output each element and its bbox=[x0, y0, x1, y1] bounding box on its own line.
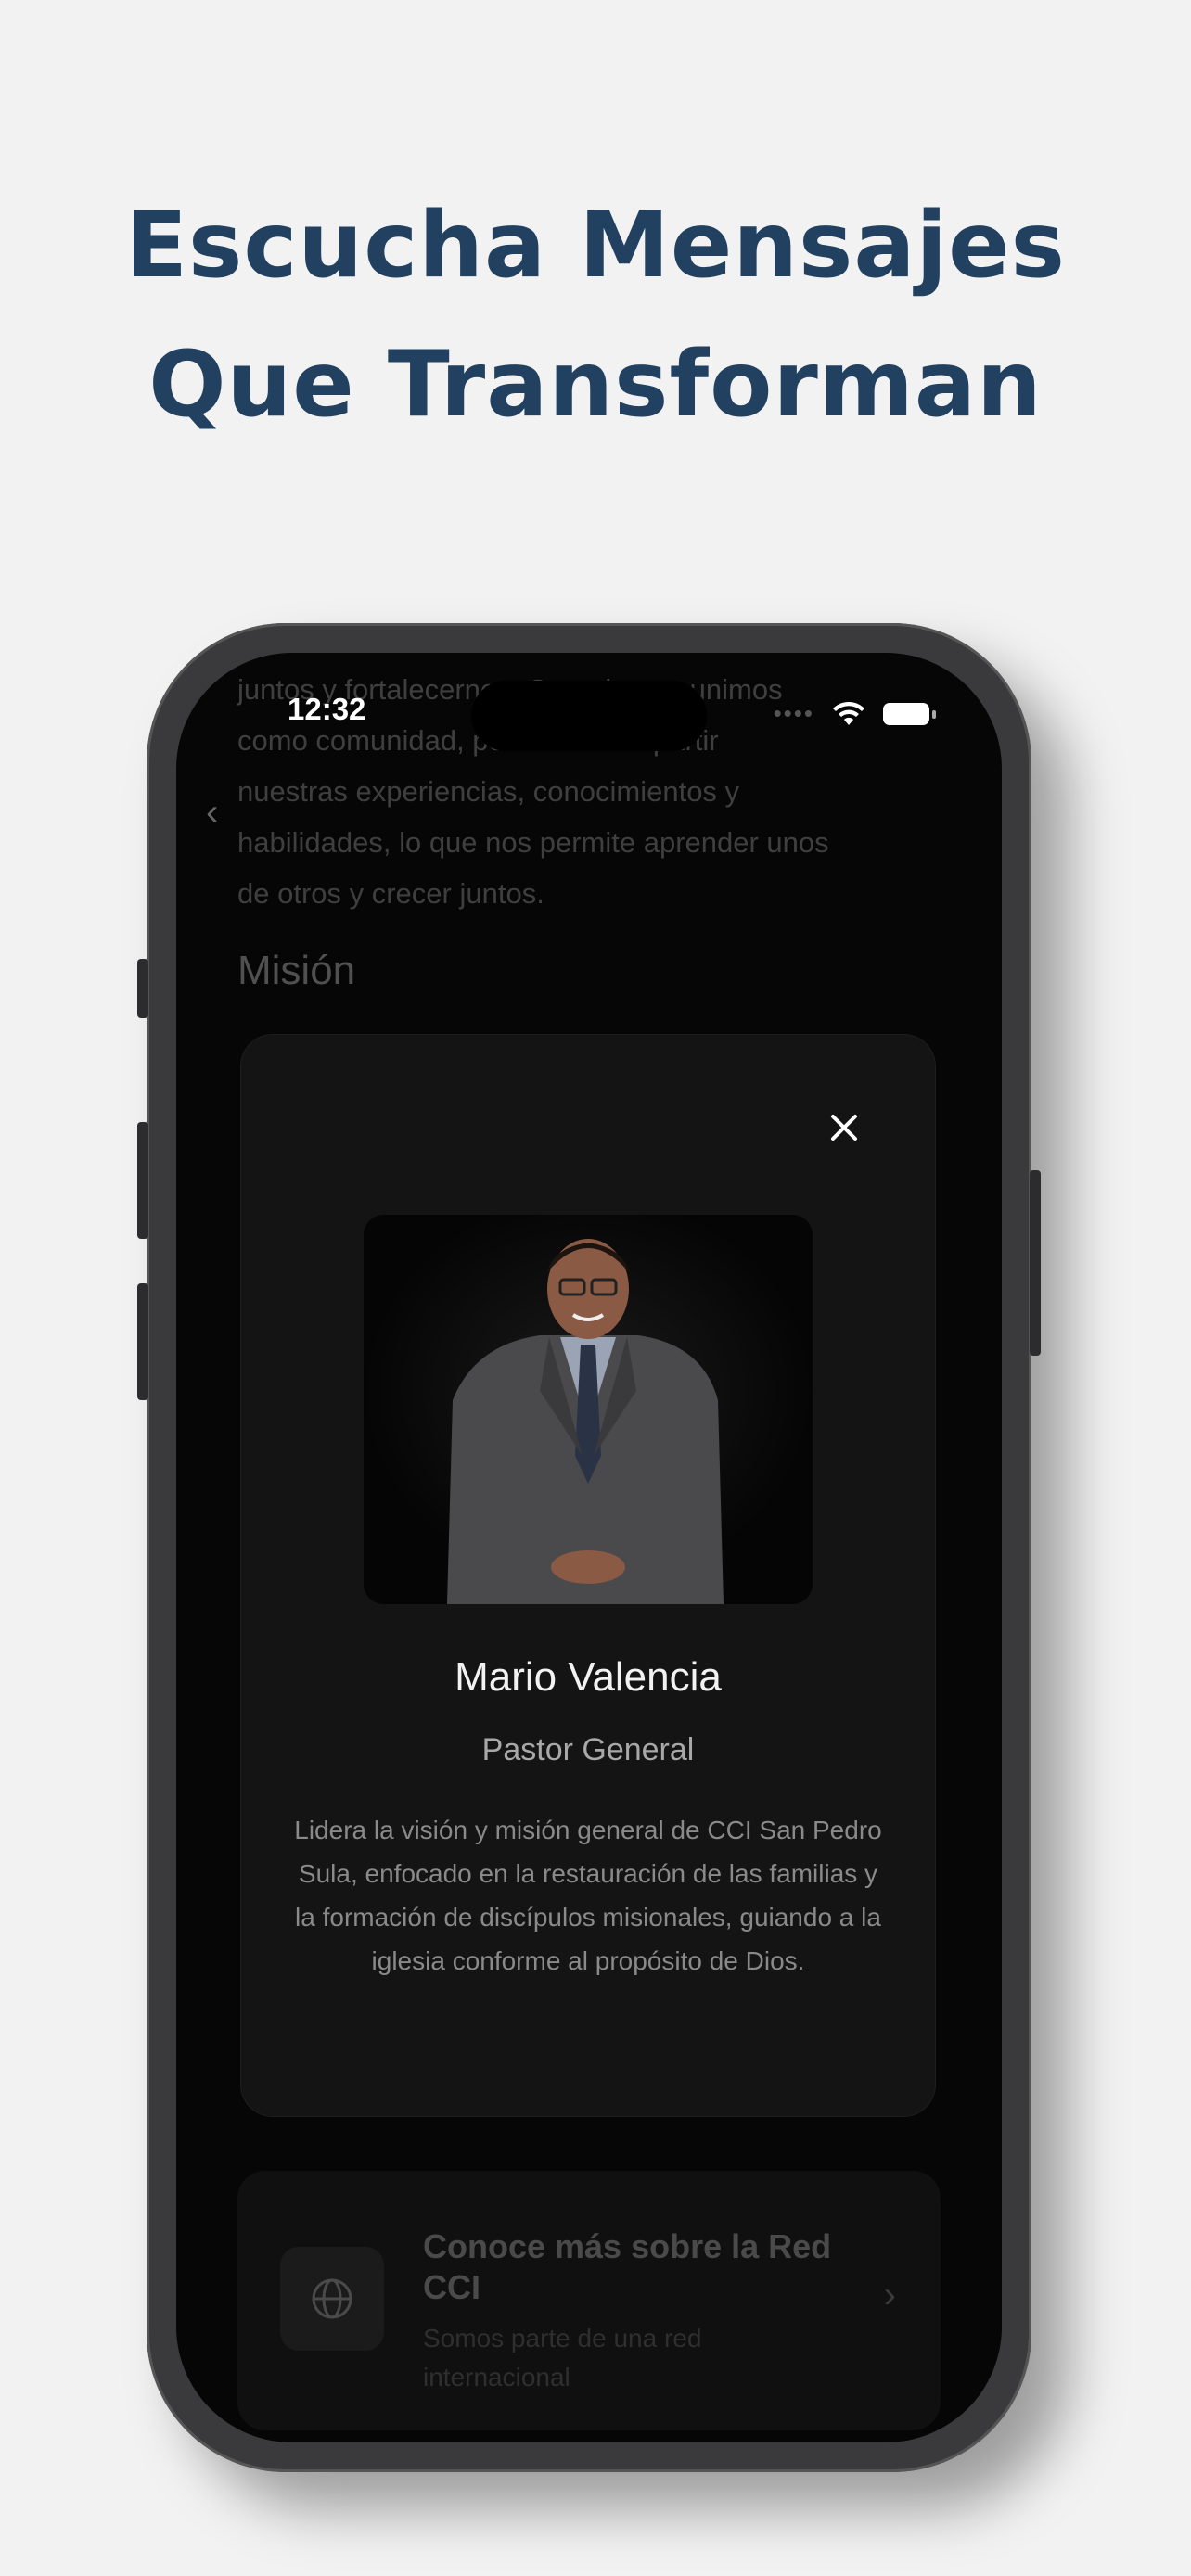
card-title: Conoce más sobre la Red CCI bbox=[423, 2227, 832, 2306]
back-chevron-icon[interactable]: ‹ bbox=[206, 792, 218, 834]
status-icons: •••• bbox=[773, 699, 936, 728]
pastor-name: Mario Valencia bbox=[455, 1654, 722, 1700]
power-button bbox=[1030, 1170, 1041, 1356]
pastor-photo bbox=[364, 1215, 813, 1604]
globe-icon bbox=[280, 2247, 384, 2351]
chevron-right-icon: › bbox=[883, 2275, 896, 2315]
red-cci-card[interactable]: Conoce más sobre la Red CCI Somos parte … bbox=[237, 2171, 941, 2430]
phone-screen: juntos y fortalecernos. Cuando nos unimo… bbox=[176, 653, 1002, 2442]
volume-down-button bbox=[137, 1283, 148, 1400]
headline-line-2: Que Transforman bbox=[148, 332, 1043, 438]
status-time: 12:32 bbox=[288, 692, 366, 726]
page-headline: Escucha Mensajes Que Transforman bbox=[0, 176, 1191, 454]
paragraph-line: habilidades, lo que nos permite aprender… bbox=[237, 826, 829, 859]
headline-line-1: Escucha Mensajes bbox=[125, 193, 1066, 299]
volume-up-button bbox=[137, 1122, 148, 1239]
signal-icon: •••• bbox=[773, 699, 814, 727]
wifi-icon bbox=[831, 701, 866, 727]
action-button bbox=[137, 959, 148, 1018]
dynamic-island bbox=[471, 681, 707, 751]
battery-icon bbox=[883, 702, 936, 725]
section-heading: Misión bbox=[237, 948, 356, 993]
card-subtitle: Somos parte de una red internacional bbox=[423, 2324, 702, 2391]
pastor-modal: Mario Valencia Pastor General Lidera la … bbox=[241, 1035, 935, 2116]
paragraph-line: de otros y crecer juntos. bbox=[237, 877, 544, 910]
close-icon[interactable] bbox=[826, 1109, 863, 1146]
paragraph-line: nuestras experiencias, conocimientos y bbox=[237, 775, 740, 808]
pastor-role: Pastor General bbox=[481, 1732, 695, 1767]
pastor-bio: Lidera la visión y misión general de CCI… bbox=[294, 1816, 882, 1975]
